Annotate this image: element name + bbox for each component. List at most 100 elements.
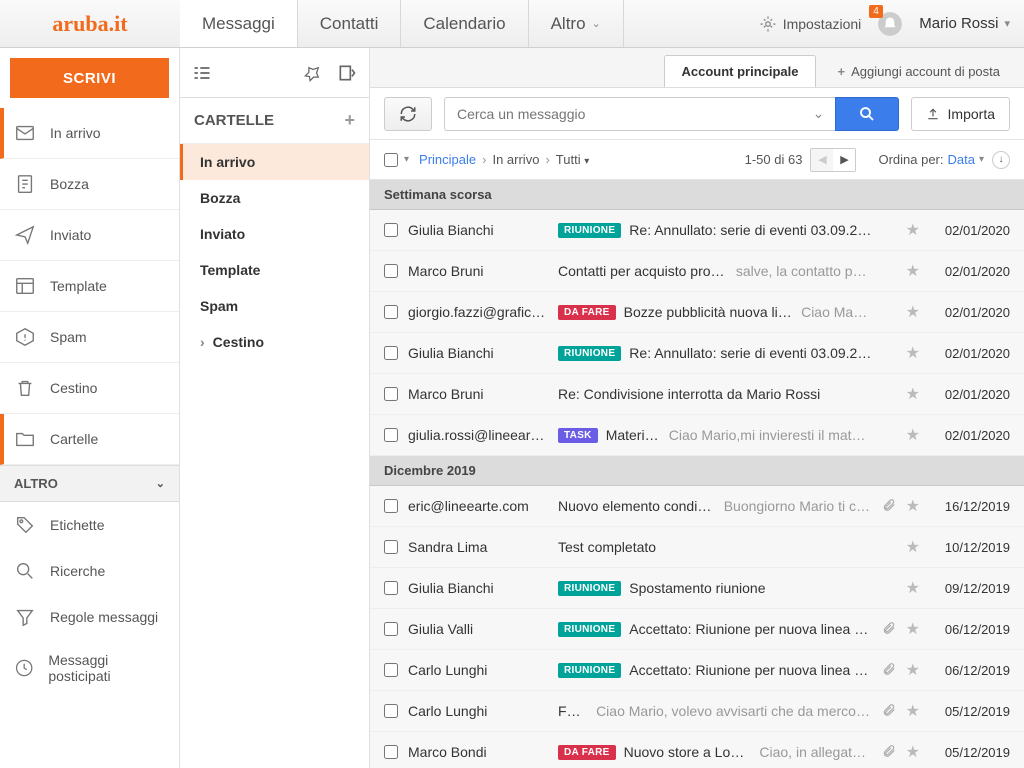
sidebar-item-inviato[interactable]: Inviato [0,210,179,261]
message-checkbox[interactable] [384,622,398,636]
sidebar-item-template[interactable]: Template [0,261,179,312]
message-row[interactable]: Sandra Lima Test completato ★ 10/12/2019 [370,527,1024,568]
message-checkbox[interactable] [384,704,398,718]
star-icon[interactable]: ★ [906,537,920,557]
refresh-icon [399,105,417,123]
message-subject: Re: Condivisione interrotta da Mario Ros… [558,386,820,402]
message-row[interactable]: Marco Bondi DA FARE Nuovo store a Londra… [370,732,1024,768]
message-row[interactable]: Giulia Bianchi RIUNIONE Re: Annullato: s… [370,333,1024,374]
folder-item-bozza[interactable]: Bozza [180,180,369,216]
message-checkbox[interactable] [384,305,398,319]
folder-item-in-arrivo[interactable]: In arrivo [180,144,369,180]
tab-calendario[interactable]: Calendario [401,0,528,47]
message-subject: Accettato: Riunione per nuova linea M… [629,662,871,678]
message-checkbox[interactable] [384,540,398,554]
add-account-label: Aggiungi account di posta [851,64,1000,79]
sort-direction[interactable]: ↓ [992,151,1010,169]
message-row[interactable]: eric@lineearte.com Nuovo elemento condiv… [370,486,1024,527]
breadcrumb-filter[interactable]: Tutti ▾ [556,152,589,167]
sidebar-section-altro[interactable]: ALTRO ⌄ [0,465,179,502]
message-checkbox[interactable] [384,499,398,513]
message-checkbox[interactable] [384,223,398,237]
message-row[interactable]: Giulia Bianchi RIUNIONE Re: Annullato: s… [370,210,1024,251]
pin-icon[interactable] [303,63,323,83]
message-subject: Nuovo store a Londra [624,744,752,760]
brand-logo[interactable]: aruba.it [0,0,180,47]
search-button[interactable] [835,97,899,131]
select-all-checkbox[interactable] [384,153,398,167]
message-row[interactable]: giulia.rossi@lineearte.it TASK Materiale… [370,415,1024,456]
tab-contatti[interactable]: Contatti [298,0,402,47]
sidebar-item-spam[interactable]: Spam [0,312,179,363]
message-row[interactable]: Carlo Lunghi RIUNIONE Accettato: Riunion… [370,650,1024,691]
star-icon[interactable]: ★ [906,660,920,680]
tab-label: Contatti [320,14,379,34]
list-view-icon[interactable] [192,63,212,83]
sidebar-item-cestino[interactable]: Cestino [0,363,179,414]
message-row[interactable]: Marco Bruni Contatti per acquisto prodot… [370,251,1024,292]
sidebar-item-etichette[interactable]: Etichette [0,502,179,548]
message-checkbox[interactable] [384,745,398,759]
message-date: 05/12/2019 [930,704,1010,719]
user-menu[interactable]: Mario Rossi ▾ [919,15,1010,32]
message-checkbox[interactable] [384,663,398,677]
sidebar-item-ricerche[interactable]: Ricerche [0,548,179,594]
star-icon[interactable]: ★ [906,496,920,516]
star-icon[interactable]: ★ [906,701,920,721]
expand-icon[interactable] [337,63,357,83]
tab-altro[interactable]: Altro ⌄ [529,0,624,47]
sidebar-item-in-arrivo[interactable]: In arrivo [0,108,179,159]
folder-item-cestino[interactable]: Cestino [180,324,369,360]
add-folder-icon[interactable]: + [344,110,355,131]
star-icon[interactable]: ★ [906,425,920,445]
refresh-button[interactable] [384,97,432,131]
message-row[interactable]: Giulia Bianchi RIUNIONE Spostamento riun… [370,568,1024,609]
notifications-button[interactable]: 4 [877,11,903,37]
star-icon[interactable]: ★ [906,343,920,363]
star-icon[interactable]: ★ [906,220,920,240]
template-icon [14,275,36,297]
sidebar-item-regole-messaggi[interactable]: Regole messaggi [0,594,179,640]
message-checkbox[interactable] [384,264,398,278]
folder-item-inviato[interactable]: Inviato [180,216,369,252]
message-row[interactable]: Giulia Valli RIUNIONE Accettato: Riunion… [370,609,1024,650]
star-icon[interactable]: ★ [906,302,920,322]
search-input[interactable] [444,97,803,131]
select-dropdown[interactable]: ▾ [404,154,409,165]
message-checkbox[interactable] [384,581,398,595]
star-icon[interactable]: ★ [906,384,920,404]
sort-field[interactable]: Data [948,152,975,167]
chevron-down-icon: ⌄ [813,105,825,122]
sidebar-item-cartelle[interactable]: Cartelle [0,414,179,465]
star-icon[interactable]: ★ [906,742,920,762]
pager-next[interactable]: ▶ [833,149,855,171]
message-checkbox[interactable] [384,387,398,401]
account-tab-main[interactable]: Account principale [664,55,815,87]
message-checkbox[interactable] [384,428,398,442]
sidebar-item-label: Ricerche [50,563,105,579]
add-account-button[interactable]: + Aggiungi account di posta [826,56,1012,87]
message-date: 06/12/2019 [930,622,1010,637]
sidebar-item-bozza[interactable]: Bozza [0,159,179,210]
breadcrumb-root[interactable]: Principale [419,152,476,167]
message-sender: Sandra Lima [408,539,548,555]
star-icon[interactable]: ★ [906,578,920,598]
sidebar-item-label: Spam [50,329,87,345]
folder-item-template[interactable]: Template [180,252,369,288]
star-icon[interactable]: ★ [906,619,920,639]
folder-item-spam[interactable]: Spam [180,288,369,324]
message-row[interactable]: giorgio.fazzi@grafiche.it DA FARE Bozze … [370,292,1024,333]
sidebar-item-messaggi-posticipati[interactable]: Messaggi posticipati [0,640,179,696]
message-row[interactable]: Carlo Lunghi Ferie Ciao Mario, volevo av… [370,691,1024,732]
message-checkbox[interactable] [384,346,398,360]
message-row[interactable]: Marco Bruni Re: Condivisione interrotta … [370,374,1024,415]
compose-button[interactable]: SCRIVI [10,58,169,98]
star-icon[interactable]: ★ [906,261,920,281]
pager-prev[interactable]: ◀ [811,149,833,171]
tab-messaggi[interactable]: Messaggi [180,0,298,47]
settings-link[interactable]: Impostazioni [759,15,862,33]
import-button[interactable]: Importa [911,97,1010,131]
breadcrumb-sep: › [482,152,486,167]
sidebar-item-label: Bozza [50,176,89,192]
search-dropdown[interactable]: ⌄ [803,97,835,131]
